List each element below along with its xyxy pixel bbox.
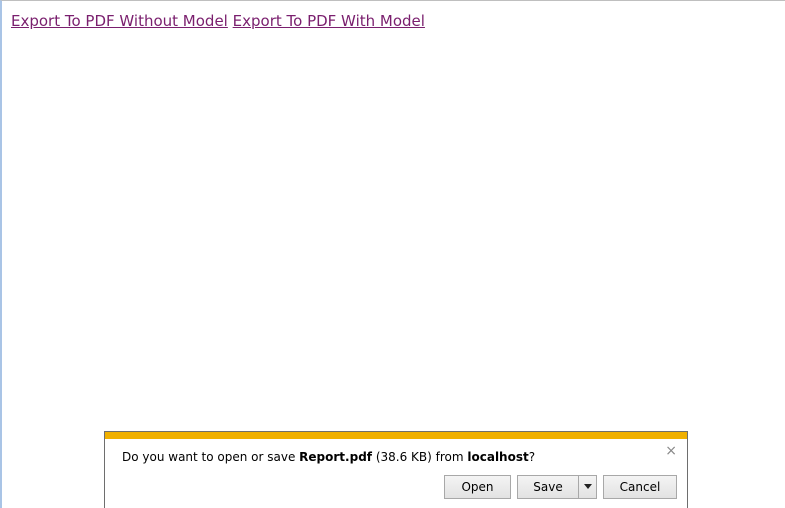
chevron-down-icon: [583, 484, 592, 489]
download-notification-bar: Do you want to open or save Report.pdf (…: [104, 431, 688, 508]
message-prefix: Do you want to open or save: [122, 450, 300, 464]
export-pdf-without-model-link[interactable]: Export To PDF Without Model: [11, 12, 228, 30]
save-options-dropdown-button[interactable]: [578, 475, 597, 499]
host-name: localhost: [467, 450, 529, 464]
notification-accent-strip: [105, 431, 687, 439]
browser-page: Export To PDF Without Model Export To PD…: [0, 0, 785, 508]
close-icon[interactable]: ×: [665, 444, 677, 458]
download-message: Do you want to open or save Report.pdf (…: [122, 450, 535, 464]
save-button[interactable]: Save: [517, 475, 579, 499]
file-size: (38.6 KB) from: [372, 450, 468, 464]
file-name: Report.pdf: [299, 450, 372, 464]
export-links: Export To PDF Without Model Export To PD…: [11, 11, 425, 31]
cancel-button[interactable]: Cancel: [603, 475, 677, 499]
open-button[interactable]: Open: [444, 475, 511, 499]
export-pdf-with-model-link[interactable]: Export To PDF With Model: [233, 12, 425, 30]
message-suffix: ?: [528, 450, 536, 464]
